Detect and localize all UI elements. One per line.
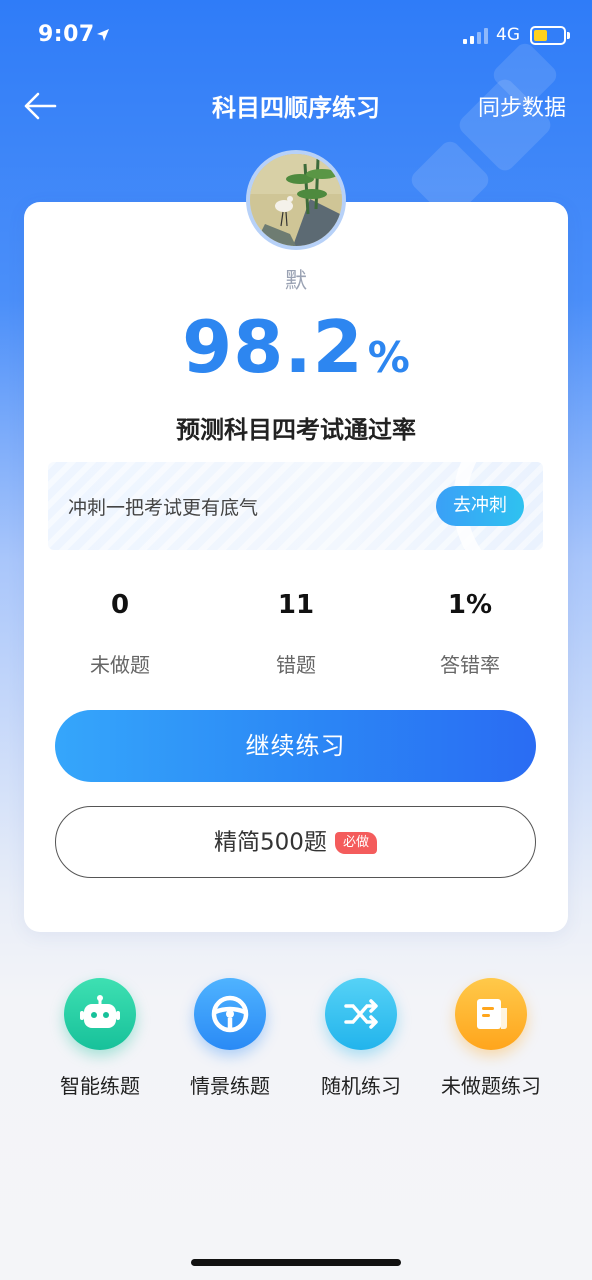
must-do-badge: 必做 bbox=[334, 831, 377, 854]
tool-scenario-practice[interactable]: 情景练题 bbox=[165, 978, 295, 1099]
home-indicator bbox=[191, 1259, 401, 1266]
document-icon bbox=[455, 978, 527, 1050]
stat-value: 11 bbox=[277, 590, 315, 620]
pass-rate-label: 预测科目四考试通过率 bbox=[176, 416, 416, 444]
network-type: 4G bbox=[496, 25, 520, 45]
stat-undone[interactable]: 0 未做题 bbox=[40, 585, 200, 678]
sync-data-button[interactable]: 同步数据 bbox=[478, 90, 566, 122]
tool-label: 智能练题 bbox=[60, 1074, 140, 1098]
steering-wheel-icon bbox=[194, 978, 266, 1050]
tool-random-practice[interactable]: 随机练习 bbox=[296, 978, 426, 1099]
sprint-button[interactable]: 去冲刺 bbox=[436, 486, 524, 526]
tool-label: 随机练习 bbox=[321, 1074, 401, 1098]
stat-value: 1% bbox=[447, 590, 493, 620]
status-bar: 9:07 4G bbox=[0, 0, 592, 70]
location-arrow-icon bbox=[97, 29, 109, 41]
status-time: 9:07 bbox=[38, 22, 95, 47]
banner-text: 冲刺一把考试更有底气 bbox=[68, 497, 259, 519]
tool-label: 未做题练习 bbox=[441, 1074, 541, 1098]
continue-practice-button[interactable]: 继续练习 bbox=[55, 710, 536, 782]
user-name: 默 bbox=[284, 269, 307, 294]
battery-tip bbox=[567, 32, 570, 39]
avatar[interactable] bbox=[246, 150, 346, 250]
stat-label: 答错率 bbox=[440, 653, 500, 677]
simplified-500-label: 精简500题 bbox=[214, 829, 327, 856]
stat-label: 错题 bbox=[276, 653, 316, 677]
sprint-banner[interactable]: 冲刺一把考试更有底气 去冲刺 bbox=[48, 462, 543, 550]
pass-rate: 98.2% bbox=[0, 305, 592, 389]
stat-label: 未做题 bbox=[90, 653, 150, 677]
stat-error-rate[interactable]: 1% 答错率 bbox=[390, 585, 550, 678]
cellular-signal-icon bbox=[463, 28, 488, 44]
tool-label: 情景练题 bbox=[190, 1074, 270, 1098]
battery-icon bbox=[530, 26, 566, 45]
robot-icon bbox=[64, 978, 136, 1050]
tool-smart-practice[interactable]: 智能练题 bbox=[35, 978, 165, 1099]
pass-rate-value: 98.2 bbox=[182, 305, 364, 389]
stat-wrong[interactable]: 11 错题 bbox=[216, 585, 376, 678]
simplified-500-button[interactable]: 精简500题 必做 bbox=[55, 806, 536, 878]
tool-undone-practice[interactable]: 未做题练习 bbox=[426, 978, 556, 1099]
shuffle-icon bbox=[325, 978, 397, 1050]
pass-rate-unit: % bbox=[367, 333, 410, 382]
stat-value: 0 bbox=[110, 590, 130, 620]
